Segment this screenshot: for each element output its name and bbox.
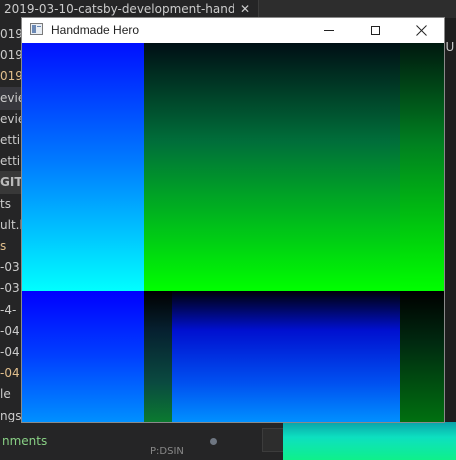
explorer-item[interactable]: le (0, 383, 11, 406)
background-preview-window (283, 422, 456, 460)
editor-tab-strip (258, 0, 456, 18)
explorer-item[interactable]: etting (0, 150, 22, 173)
modified-dot-icon (210, 438, 217, 445)
minimize-icon (324, 30, 334, 31)
editor-right-panel (444, 40, 456, 422)
gradient-tile-seam (144, 291, 172, 422)
explorer-item[interactable]: s (0, 235, 6, 258)
status-bar-fragment: P:DSIN (150, 446, 184, 457)
gradient-tile-blue-bottom-left (22, 291, 144, 422)
gradient-tile-darkgreen-bottom (400, 291, 444, 422)
explorer-item[interactable]: etting (0, 129, 22, 152)
gradient-tile-blue-bottom-center (172, 291, 400, 422)
explorer-item[interactable]: 019-03 (0, 23, 22, 46)
explorer-item[interactable]: -4- (0, 299, 16, 322)
editor-tab-title[interactable]: 2019-03-10-catsby-development-handb... (4, 2, 234, 16)
explorer-item[interactable]: -03 (0, 277, 20, 300)
explorer-item[interactable]: ult.h (0, 214, 22, 237)
handmade-hero-window[interactable]: Handmade Hero (22, 18, 444, 422)
explorer-item[interactable]: eview (0, 86, 22, 110)
explorer-item[interactable]: -04 (0, 320, 20, 343)
explorer-item[interactable]: evie (0, 108, 22, 131)
gradient-tile-green-top (144, 43, 400, 291)
app-window-icon (30, 23, 43, 35)
explorer-item[interactable]: 019- (0, 65, 22, 88)
tab-close-icon[interactable]: ✕ (240, 2, 250, 16)
explorer-item[interactable]: 019- (0, 44, 22, 67)
minimize-button[interactable] (306, 18, 352, 43)
explorer-item[interactable]: GIT (0, 171, 22, 195)
editor-tab-bar: 2019-03-10-catsby-development-handb... ✕ (0, 0, 456, 18)
window-title: Handmade Hero (51, 23, 140, 37)
gradient-tile-darkgreen-top (400, 43, 444, 291)
gradient-tile-blue-top (22, 43, 144, 291)
explorer-item[interactable]: ts (0, 193, 11, 216)
close-icon (415, 25, 427, 36)
render-canvas[interactable] (22, 43, 444, 422)
explorer-item-comments[interactable]: nments (2, 434, 47, 448)
maximize-icon (370, 26, 380, 35)
window-titlebar[interactable]: Handmade Hero (22, 18, 444, 43)
close-button[interactable] (398, 18, 444, 43)
explorer-item[interactable]: -03 (0, 256, 20, 279)
explorer-sidebar: 019-03019-019-eviewevieettingettingGITts… (0, 18, 22, 460)
maximize-button[interactable] (352, 18, 398, 43)
explorer-item[interactable]: -04 (0, 362, 20, 385)
explorer-item[interactable]: -04 (0, 341, 20, 364)
panel-toggle-button[interactable] (262, 428, 284, 452)
